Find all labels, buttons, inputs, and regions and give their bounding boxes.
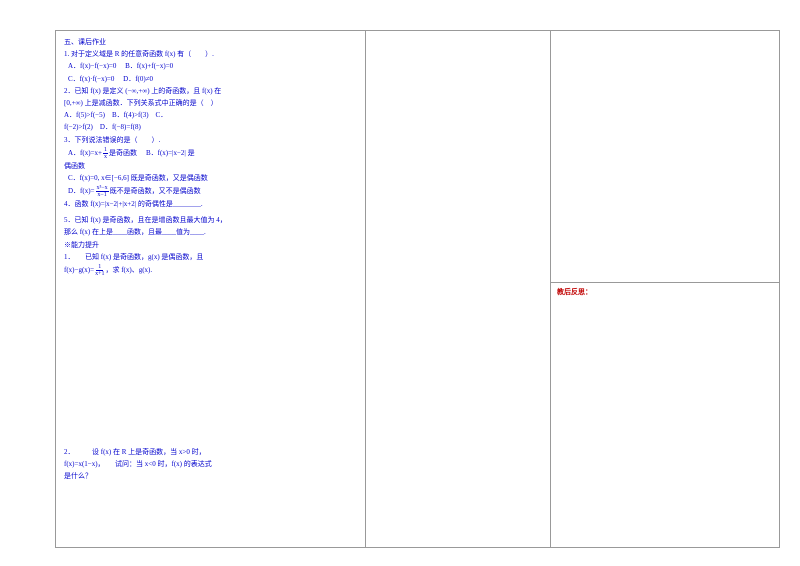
q1-c: C．f(x)·f(−x)=0: [68, 75, 114, 83]
p1-frac-top: 1: [96, 264, 103, 271]
q2-options-row1: A．f(5)>f(−5) B．f(4)>f(3) C．: [64, 110, 357, 121]
worksheet-page: 五、课后作业 1. 对于定义域是 R 的任意奇函数 f(x) 有（ ）. A．f…: [55, 30, 780, 548]
p2-c: 是什么？: [64, 471, 357, 482]
q3-a-frac-top: 1: [103, 147, 108, 154]
q3-a-frac-bot: x: [104, 154, 107, 160]
q3-c: C．f(x)=0, x∈[−6,6] 既是奇函数，又是偶函数: [64, 173, 357, 184]
middle-column: [366, 31, 551, 547]
p1-frac: 1 x+1: [95, 264, 104, 277]
q2-c2: f(−2)>f(2): [64, 123, 93, 131]
q2-stem-b: [0,+∞) 上是减函数．下列关系式中正确的是（ ）: [64, 98, 357, 109]
q2-stem-a: 2．已知 f(x) 是定义 (−∞,+∞) 上的奇函数，且 f(x) 在: [64, 86, 357, 97]
q3-d-pre: D．f(x)=: [68, 186, 95, 197]
p1-eq: f(x)−g(x)= 1 x+1 ，求 f(x)、g(x).: [64, 264, 357, 277]
q3-a-frac: 1 x: [103, 147, 108, 160]
right-column: 教后反思：: [551, 31, 779, 547]
q1-d: D．f(0)≠0: [123, 75, 153, 83]
q3-d-post: 既不是奇函数，又不是偶函数: [110, 186, 201, 197]
left-column: 五、课后作业 1. 对于定义域是 R 的任意奇函数 f(x) 有（ ）. A．f…: [56, 31, 366, 547]
right-top-box: [551, 31, 779, 283]
p1-eq-post: ，求 f(x)、g(x).: [105, 265, 152, 276]
reflection-label: 教后反思：: [557, 288, 592, 296]
q2-b: B．f(4)>f(3): [112, 111, 149, 119]
power-header: ※能力提升: [64, 240, 357, 251]
p2-a: 2． 设 f(x) 在 R 上是奇函数，当 x>0 时，: [64, 447, 357, 458]
q2-options-row2: f(−2)>f(2) D．f(−8)=f(8): [64, 122, 357, 133]
q3-a-post: 是奇函数: [109, 148, 137, 159]
q3-d-frac-top: x³−x: [96, 185, 109, 192]
q3-d: D．f(x)= x³−x x−1 既不是奇函数，又不是偶函数: [64, 185, 357, 198]
p2-b: f(x)=x(1−x)， 试问：当 x<0 时，f(x) 的表达式: [64, 459, 357, 470]
q2-c: C．: [156, 111, 168, 119]
q5-a: 5．已知 f(x) 是奇函数，且在是增函数且最大值为 4，: [64, 215, 357, 226]
p2-block: 2． 设 f(x) 在 R 上是奇函数，当 x>0 时， f(x)=x(1−x)…: [64, 447, 357, 483]
p1-a: 1． 已知 f(x) 是奇函数，g(x) 是偶函数，且: [64, 252, 357, 263]
p1-frac-bot: x+1: [95, 271, 104, 277]
q1-options-row2: C．f(x)·f(−x)=0 D．f(0)≠0: [64, 74, 357, 85]
q2-a: A．f(5)>f(−5): [64, 111, 105, 119]
p1-eq-pre: f(x)−g(x)=: [64, 265, 94, 276]
q3-a: A．f(x)=x+ 1 x 是奇函数 B．f(x)=|x−2| 是: [64, 147, 357, 160]
q3-b-cont: 偶函数: [64, 161, 357, 172]
q1-stem: 1. 对于定义域是 R 的任意奇函数 f(x) 有（ ）.: [64, 49, 357, 60]
q5-b: 那么 f(x) 在上是____函数，且最____值为____.: [64, 227, 357, 238]
q1-a: A．f(x)−f(−x)=0: [68, 62, 116, 70]
q3-stem: 3．下列说法错误的是（ ）.: [64, 135, 357, 146]
q4: 4．函数 f(x)=|x−2|+|x+2| 的奇偶性是________.: [64, 199, 357, 210]
q1-options-row1: A．f(x)−f(−x)=0 B．f(x)+f(−x)=0: [64, 61, 357, 72]
q2-d: D．f(−8)=f(8): [100, 123, 141, 131]
q3-d-frac-bot: x−1: [97, 192, 106, 198]
right-bottom-box: 教后反思：: [551, 283, 779, 547]
q1-b: B．f(x)+f(−x)=0: [125, 62, 173, 70]
q3-b: B．f(x)=|x−2| 是: [146, 148, 195, 159]
section-header: 五、课后作业: [64, 37, 357, 48]
q3-a-pre: A．f(x)=x+: [68, 148, 102, 159]
q3-d-frac: x³−x x−1: [96, 185, 109, 198]
